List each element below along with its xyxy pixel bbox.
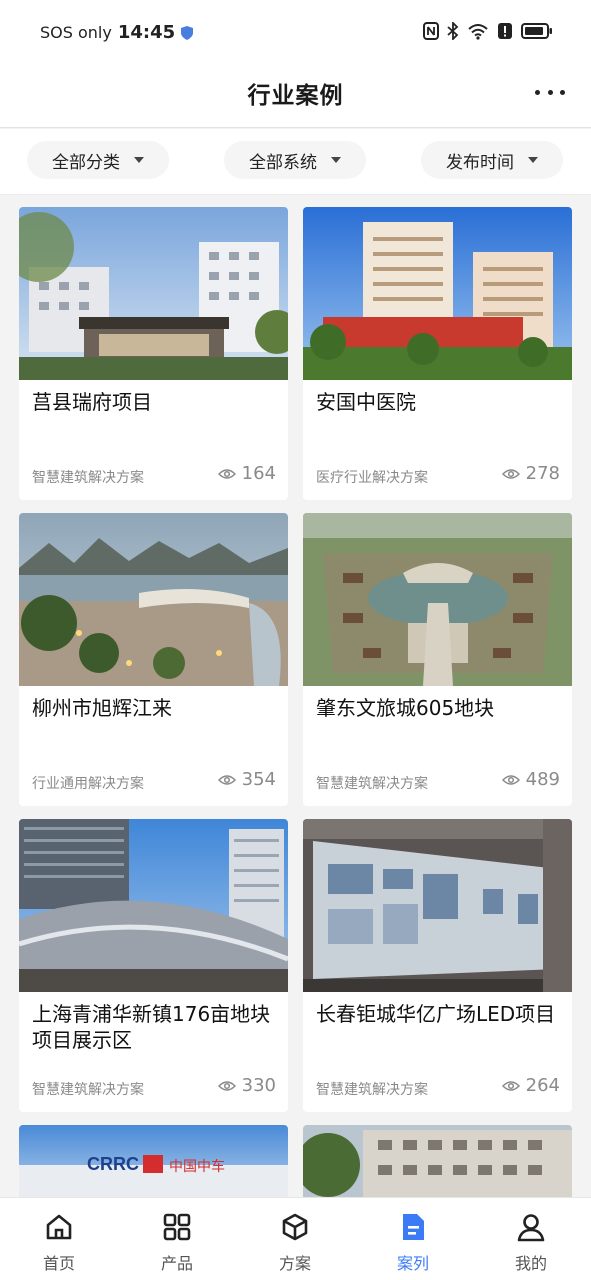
view-count-value: 264 — [525, 1075, 560, 1096]
case-thumbnail — [303, 513, 572, 686]
tab-products[interactable]: 产品 — [137, 1210, 217, 1274]
case-card[interactable]: 柳州市旭辉江来 行业通用解决方案 354 — [19, 513, 288, 806]
filter-category[interactable]: 全部分类 — [27, 141, 169, 179]
case-card[interactable]: 长春钜城华亿广场LED项目 智慧建筑解决方案 264 — [303, 819, 572, 1112]
case-card[interactable]: 肇东文旅城605地块 智慧建筑解决方案 489 — [303, 513, 572, 806]
more-dot-icon — [560, 89, 565, 95]
case-category: 智慧建筑解决方案 — [316, 1082, 428, 1098]
case-card[interactable]: 上海青浦华新镇176亩地块项目展示区 智慧建筑解决方案 330 — [19, 819, 288, 1112]
filter-bar: 全部分类 全部系统 发布时间 — [0, 129, 591, 195]
filter-label: 全部分类 — [52, 152, 120, 173]
view-count: 164 — [217, 463, 276, 484]
view-count: 354 — [217, 769, 276, 790]
home-icon — [46, 1214, 72, 1240]
grid-icon — [163, 1213, 191, 1241]
caret-down-icon — [528, 157, 538, 163]
status-right — [423, 22, 553, 40]
view-count-value: 278 — [525, 463, 560, 484]
more-dot-icon — [547, 89, 553, 95]
tab-home[interactable]: 首页 — [19, 1210, 99, 1274]
shield-icon — [181, 25, 194, 40]
case-title: 柳州市旭辉江来 — [32, 696, 172, 720]
case-thumbnail — [19, 513, 288, 686]
view-count: 264 — [501, 1075, 560, 1096]
tab-label: 案列 — [396, 1254, 429, 1273]
tab-label: 产品 — [160, 1254, 193, 1273]
document-icon — [403, 1214, 424, 1240]
bottom-tab-bar: 首页 产品 方案 案列 我的 — [0, 1197, 591, 1280]
case-title: 安国中医院 — [316, 390, 416, 414]
eye-icon — [501, 774, 520, 785]
case-card[interactable]: 安国中医院 医疗行业解决方案 278 — [303, 207, 572, 500]
tab-profile[interactable]: 我的 — [491, 1210, 571, 1274]
case-title: 长春钜城华亿广场LED项目 — [316, 1002, 556, 1026]
case-category: 智慧建筑解决方案 — [32, 1082, 144, 1098]
caret-down-icon — [134, 157, 144, 163]
case-category: 行业通用解决方案 — [32, 776, 144, 792]
caret-down-icon — [331, 157, 341, 163]
view-count-value: 330 — [241, 1075, 276, 1096]
view-count: 278 — [501, 463, 560, 484]
brand-logo-text: CRRC — [87, 1154, 139, 1174]
case-category: 智慧建筑解决方案 — [316, 776, 428, 792]
wifi-icon — [468, 24, 488, 40]
filter-label: 全部系统 — [249, 152, 317, 173]
eye-icon — [217, 1080, 236, 1091]
case-card[interactable]: 莒县瑞府项目 智慧建筑解决方案 164 — [19, 207, 288, 500]
bluetooth-icon — [447, 22, 459, 40]
case-thumbnail — [19, 207, 288, 380]
tab-solutions[interactable]: 方案 — [255, 1210, 335, 1274]
case-title: 肇东文旅城605地块 — [316, 696, 495, 720]
eye-icon — [217, 468, 236, 479]
case-title: 莒县瑞府项目 — [32, 390, 152, 414]
clock-time: 14:45 — [117, 22, 176, 43]
more-dot-icon — [535, 89, 540, 95]
case-thumbnail: CRRC 中国中车 — [19, 1125, 288, 1200]
filter-label: 发布时间 — [446, 152, 514, 173]
case-category: 智慧建筑解决方案 — [32, 470, 144, 486]
carrier-text: SOS only — [40, 23, 112, 42]
case-category: 医疗行业解决方案 — [316, 470, 428, 486]
case-title: 上海青浦华新镇176亩地块项目展示区 — [32, 1002, 271, 1052]
filter-publish-time[interactable]: 发布时间 — [421, 141, 563, 179]
page-header: 行业案例 — [0, 64, 591, 128]
view-count: 489 — [501, 769, 560, 790]
view-count: 330 — [217, 1075, 276, 1096]
user-icon — [517, 1214, 545, 1242]
battery-icon — [521, 23, 552, 39]
case-thumbnail — [303, 207, 572, 380]
eye-icon — [501, 1080, 520, 1091]
view-count-value: 489 — [525, 769, 560, 790]
page-title: 行业案例 — [247, 83, 344, 109]
status-left: SOS only 14:45 — [40, 22, 194, 43]
tab-label: 我的 — [514, 1254, 547, 1273]
eye-icon — [217, 774, 236, 785]
status-bar: SOS only 14:45 — [0, 0, 591, 64]
cube-icon — [282, 1213, 308, 1241]
tab-label: 方案 — [278, 1254, 311, 1273]
case-card[interactable]: CRRC 中国中车 — [19, 1125, 288, 1200]
alert-icon — [498, 23, 512, 39]
brand-logo-subtext: 中国中车 — [169, 1158, 225, 1175]
case-card[interactable] — [303, 1125, 572, 1200]
case-thumbnail — [19, 819, 288, 992]
eye-icon — [501, 468, 520, 479]
case-thumbnail — [303, 1125, 572, 1200]
more-menu-button[interactable] — [535, 82, 565, 102]
nfc-icon — [423, 22, 439, 40]
case-thumbnail — [303, 819, 572, 992]
tab-label: 首页 — [42, 1254, 75, 1273]
view-count-value: 164 — [241, 463, 276, 484]
tab-cases[interactable]: 案列 — [373, 1210, 453, 1274]
view-count-value: 354 — [241, 769, 276, 790]
filter-system[interactable]: 全部系统 — [224, 141, 366, 179]
